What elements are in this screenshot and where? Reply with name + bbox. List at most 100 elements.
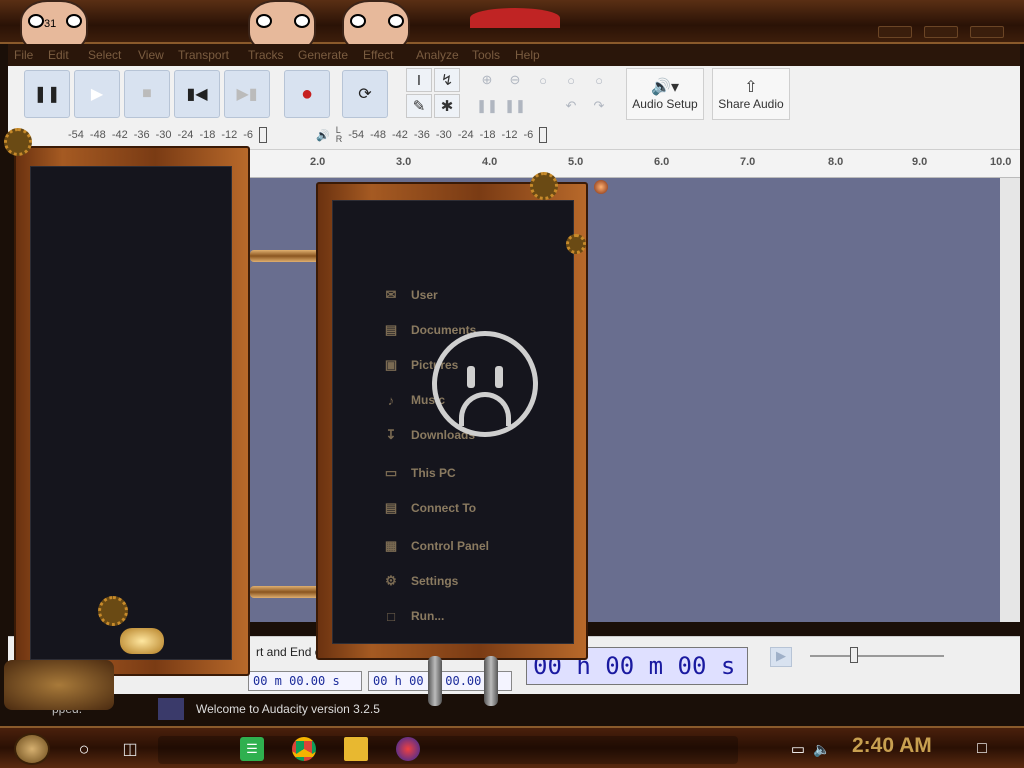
trim-icon[interactable]: ❚❚	[474, 94, 500, 118]
menu-analyze[interactable]: Analyze	[416, 48, 459, 62]
title-bar: 31	[0, 0, 1024, 54]
brass-knob-icon	[594, 180, 608, 194]
zoom-out-icon[interactable]: ⊖	[502, 68, 528, 92]
zoom-in-icon[interactable]: ⊕	[474, 68, 500, 92]
draw-tool-icon[interactable]: ✎	[406, 94, 432, 118]
search-icon[interactable]: ○	[72, 737, 96, 761]
upload-icon: ⇧	[744, 79, 758, 96]
sad-face-icon	[432, 331, 538, 437]
start-item-connect-to[interactable]: ▤ Connect To	[383, 500, 476, 516]
menu-file[interactable]: File	[14, 48, 33, 62]
share-audio-label: Share Audio	[718, 97, 784, 111]
start-button[interactable]	[14, 733, 50, 765]
music-icon: ♪	[387, 392, 395, 408]
play-at-speed-button[interactable]: ▶	[770, 647, 792, 667]
audacity-logo-icon	[158, 698, 184, 720]
timeline-ruler[interactable]: 2.0 3.0 4.0 5.0 6.0 7.0 8.0 9.0 10.0	[248, 150, 1020, 178]
task-view-icon[interactable]: ◫	[118, 737, 142, 761]
notification-icon[interactable]: □	[970, 737, 994, 761]
status-bar: pped. Welcome to Audacity version 3.2.5	[8, 698, 1020, 720]
ruler-tick: 9.0	[912, 156, 928, 168]
start-item-user[interactable]: ✉ User	[383, 287, 438, 303]
selection-start-time[interactable]: 00 m 00.00 s	[248, 671, 362, 691]
menu-edit[interactable]: Edit	[48, 48, 69, 62]
audio-setup-button[interactable]: 🔊▾ Audio Setup	[626, 68, 704, 120]
sheets-app-icon[interactable]: ☰	[240, 737, 264, 761]
zoom-toggle-icon[interactable]: ○	[586, 68, 612, 92]
skip-to-end-button[interactable]: ▶▮	[224, 70, 270, 118]
stop-button[interactable]: ■	[124, 70, 170, 118]
ruler-tick: 8.0	[828, 156, 844, 168]
fit-selection-icon[interactable]: ○	[530, 68, 556, 92]
menu-tracks[interactable]: Tracks	[248, 48, 284, 62]
maximize-button[interactable]	[924, 26, 958, 38]
left-dark-pane	[30, 166, 232, 660]
playback-meter[interactable]: 🔊 LR -54 -48 -42 -36 -30 -24 -18 -12 -6	[316, 124, 548, 146]
multi-tool-icon[interactable]: ✱	[434, 94, 460, 118]
pause-button[interactable]: ❚❚	[24, 70, 70, 118]
volume-muted-icon[interactable]: 🔈	[810, 737, 834, 761]
minimize-button[interactable]	[878, 26, 912, 38]
start-item-settings[interactable]: ⚙ Settings	[383, 573, 458, 589]
audacity-app-icon[interactable]	[396, 737, 420, 761]
network-icon[interactable]: ▭	[786, 737, 810, 761]
skip-to-start-button[interactable]: ▮◀	[174, 70, 220, 118]
start-item-control-panel[interactable]: ▦ Control Panel	[383, 538, 489, 554]
selection-tool-icon[interactable]: I	[406, 68, 432, 92]
fit-project-icon[interactable]: ○	[558, 68, 584, 92]
share-audio-button[interactable]: ⇧ Share Audio	[712, 68, 790, 120]
start-item-this-pc[interactable]: ▭ This PC	[383, 465, 456, 481]
record-meter[interactable]: -54 -48 -42 -36 -30 -24 -18 -12 -6	[68, 124, 268, 146]
ruler-tick: 7.0	[740, 156, 756, 168]
start-item-run[interactable]: □ Run...	[383, 608, 444, 624]
undo-icon[interactable]: ↶	[558, 94, 584, 118]
gear-icon	[4, 128, 32, 156]
close-button[interactable]	[970, 26, 1004, 38]
redo-icon[interactable]: ↷	[586, 94, 612, 118]
play-button[interactable]: ▶	[74, 70, 120, 118]
status-message: Welcome to Audacity version 3.2.5	[196, 702, 380, 716]
menu-bar: File Edit Select View Transport Tracks G…	[8, 44, 1020, 66]
brass-pipe	[250, 250, 320, 262]
gear-icon	[98, 596, 128, 626]
toolbar: ❚❚ ▶ ■ ▮◀ ▶▮ ● ⟳ I ↯ ✎ ✱ ⊕ ⊖ ○ ○ ○ ❚❚ ❚❚…	[8, 66, 1020, 150]
vertical-scrollbar[interactable]	[1000, 178, 1020, 622]
menu-tools[interactable]: Tools	[472, 48, 500, 62]
menu-view[interactable]: View	[138, 48, 164, 62]
meter-slider[interactable]	[539, 127, 548, 143]
gear-icon	[530, 172, 558, 200]
picture-icon: ▣	[384, 357, 398, 372]
speed-slider-thumb[interactable]	[850, 647, 858, 663]
desktop: 31 File Edit Select View Transport Track…	[0, 0, 1024, 768]
ruler-tick: 5.0	[568, 156, 584, 168]
play-at-speed[interactable]: ▶	[764, 643, 1004, 673]
menu-select[interactable]: Select	[88, 48, 121, 62]
record-button[interactable]: ●	[284, 70, 330, 118]
speaker-icon: 🔊▾	[651, 79, 679, 96]
run-icon: □	[387, 608, 395, 624]
gear-icon: ⚙	[385, 573, 397, 588]
brass-pipe	[250, 586, 320, 598]
steampunk-machine-icon	[4, 660, 114, 710]
ruler-tick: 6.0	[654, 156, 670, 168]
menu-transport[interactable]: Transport	[178, 48, 229, 62]
speaker-icon: 🔊	[316, 129, 330, 142]
menu-effect[interactable]: Effect	[363, 48, 393, 62]
menu-generate[interactable]: Generate	[298, 48, 348, 62]
monitor-icon: ▭	[384, 465, 398, 480]
menu-help[interactable]: Help	[515, 48, 540, 62]
lightbulb-icon	[120, 628, 164, 654]
clock[interactable]: 2:40 AM	[852, 734, 932, 758]
ruler-tick: 2.0	[310, 156, 326, 168]
document-icon: ▤	[384, 322, 398, 337]
download-icon: ↧	[385, 427, 397, 442]
file-explorer-icon[interactable]	[344, 737, 368, 761]
network-icon: ▤	[384, 500, 398, 515]
loop-button[interactable]: ⟳	[342, 70, 388, 118]
meter-slider[interactable]	[259, 127, 268, 143]
chrome-icon[interactable]	[292, 737, 316, 761]
selection-label: rt and End of	[256, 645, 325, 659]
speed-slider-track[interactable]	[810, 655, 944, 657]
envelope-tool-icon[interactable]: ↯	[434, 68, 460, 92]
silence-icon[interactable]: ❚❚	[502, 94, 528, 118]
